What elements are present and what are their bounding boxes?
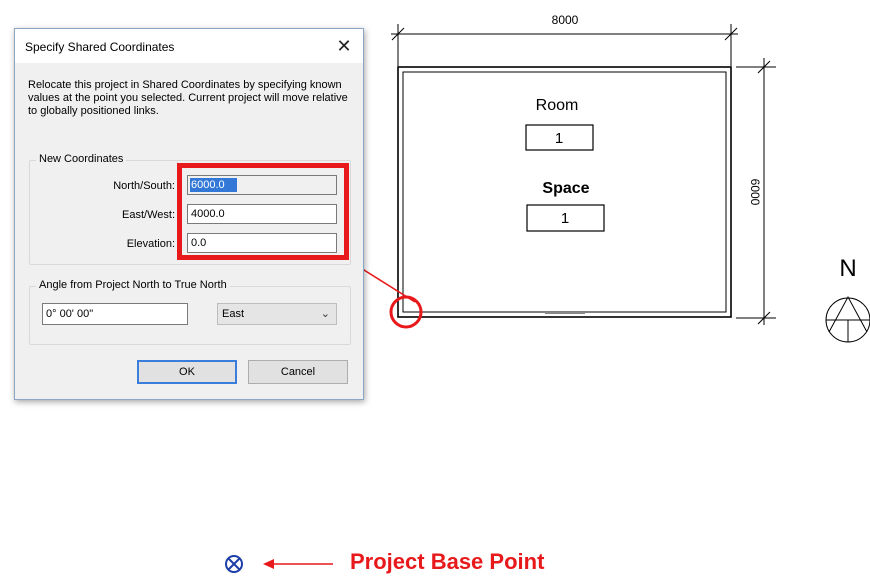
elevation-label: Elevation: bbox=[126, 238, 175, 250]
angle-field[interactable] bbox=[42, 303, 188, 325]
north-label: N bbox=[839, 255, 856, 282]
space-number: 1 bbox=[561, 210, 569, 227]
direction-value: East bbox=[222, 308, 245, 320]
room-label: Room bbox=[536, 97, 579, 114]
angle-legend: Angle from Project North to True North bbox=[36, 279, 230, 291]
dialog-description: Relocate this project in Shared Coordina… bbox=[28, 79, 348, 117]
cancel-button[interactable]: Cancel bbox=[248, 360, 348, 384]
ok-button[interactable]: OK bbox=[137, 360, 237, 384]
base-point-arrow bbox=[263, 559, 333, 569]
north-arrow-icon bbox=[825, 295, 870, 343]
project-base-point-label: Project Base Point bbox=[350, 549, 545, 574]
close-icon[interactable]: ✕ bbox=[329, 33, 359, 59]
height-dimension-text: 6000 bbox=[748, 179, 762, 206]
dialog-title: Specify Shared Coordinates bbox=[25, 40, 175, 54]
width-dimension-text: 8000 bbox=[552, 13, 579, 27]
direction-dropdown[interactable]: East ⌄ bbox=[217, 303, 337, 325]
width-dimension bbox=[391, 24, 738, 66]
east-west-label: East/West: bbox=[122, 209, 175, 221]
dialog-titlebar[interactable]: Specify Shared Coordinates ✕ bbox=[15, 29, 363, 63]
north-south-label: North/South: bbox=[113, 180, 175, 192]
circle-x-icon bbox=[225, 555, 243, 573]
coordinates-highlight-box bbox=[177, 163, 349, 260]
room-number: 1 bbox=[555, 130, 563, 147]
new-coordinates-legend: New Coordinates bbox=[36, 153, 127, 165]
chevron-down-icon: ⌄ bbox=[320, 308, 330, 320]
space-label: Space bbox=[542, 180, 589, 197]
